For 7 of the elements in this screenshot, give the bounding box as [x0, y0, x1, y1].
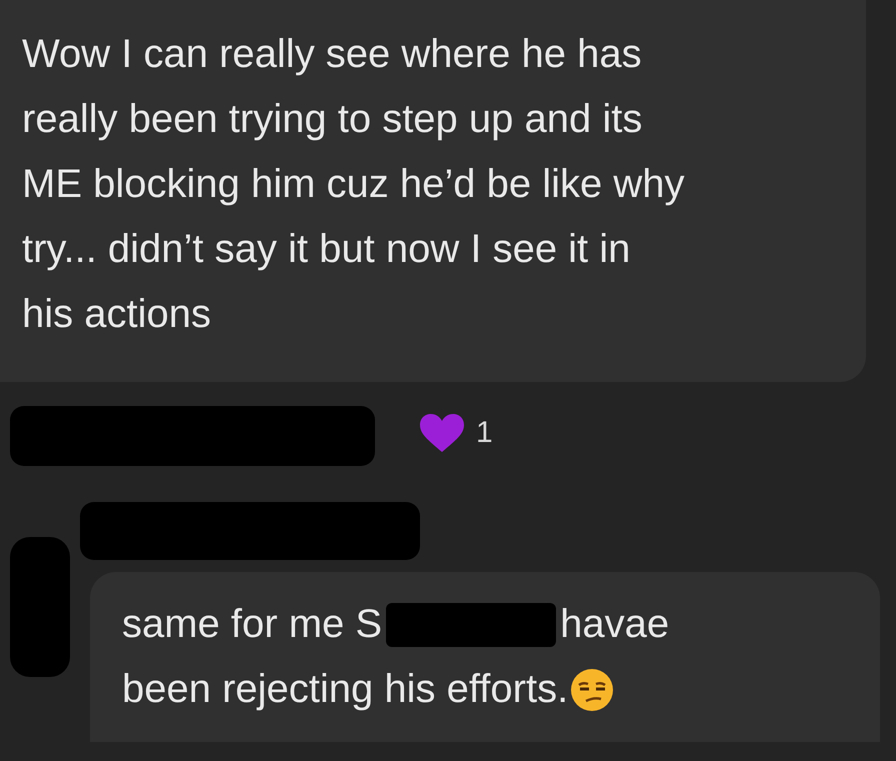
message-text: been rejecting his efforts. [122, 666, 568, 713]
heart-icon [418, 412, 466, 454]
message-text: Wow I can really see where he has really been trying to step up and its ME blocking him cuz he’d be like why try... didn’t say it but now I see it in his actions [22, 31, 686, 338]
emoji-icon [570, 668, 614, 712]
message-text: same for me S [122, 601, 382, 648]
message-text: havae [560, 601, 670, 648]
reaction-count: 1 [476, 415, 493, 451]
